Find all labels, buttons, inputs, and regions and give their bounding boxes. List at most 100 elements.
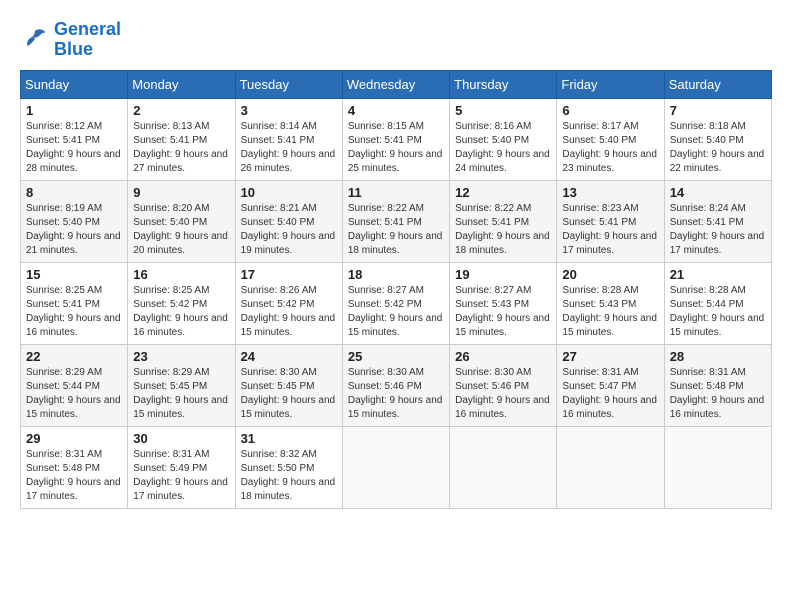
day-info: Sunrise: 8:28 AM Sunset: 5:43 PM Dayligh… bbox=[562, 284, 658, 340]
day-cell: 5 Sunrise: 8:16 AM Sunset: 5:40 PM Dayli… bbox=[450, 98, 557, 180]
day-info: Sunrise: 8:32 AM Sunset: 5:50 PM Dayligh… bbox=[241, 448, 337, 504]
day-cell: 11 Sunrise: 8:22 AM Sunset: 5:41 PM Dayl… bbox=[342, 180, 449, 262]
day-number: 23 bbox=[133, 349, 229, 364]
day-info: Sunrise: 8:23 AM Sunset: 5:41 PM Dayligh… bbox=[562, 202, 658, 258]
week-row-1: 1 Sunrise: 8:12 AM Sunset: 5:41 PM Dayli… bbox=[21, 98, 772, 180]
day-number: 28 bbox=[670, 349, 766, 364]
day-number: 25 bbox=[348, 349, 444, 364]
day-cell: 18 Sunrise: 8:27 AM Sunset: 5:42 PM Dayl… bbox=[342, 262, 449, 344]
day-number: 17 bbox=[241, 267, 337, 282]
day-number: 18 bbox=[348, 267, 444, 282]
day-cell: 2 Sunrise: 8:13 AM Sunset: 5:41 PM Dayli… bbox=[128, 98, 235, 180]
day-info: Sunrise: 8:20 AM Sunset: 5:40 PM Dayligh… bbox=[133, 202, 229, 258]
day-cell: 20 Sunrise: 8:28 AM Sunset: 5:43 PM Dayl… bbox=[557, 262, 664, 344]
day-number: 8 bbox=[26, 185, 122, 200]
day-cell bbox=[342, 426, 449, 508]
day-number: 1 bbox=[26, 103, 122, 118]
weekday-header-wednesday: Wednesday bbox=[342, 70, 449, 98]
day-info: Sunrise: 8:25 AM Sunset: 5:41 PM Dayligh… bbox=[26, 284, 122, 340]
day-number: 16 bbox=[133, 267, 229, 282]
day-cell: 12 Sunrise: 8:22 AM Sunset: 5:41 PM Dayl… bbox=[450, 180, 557, 262]
day-info: Sunrise: 8:15 AM Sunset: 5:41 PM Dayligh… bbox=[348, 120, 444, 176]
day-cell bbox=[557, 426, 664, 508]
day-cell: 28 Sunrise: 8:31 AM Sunset: 5:48 PM Dayl… bbox=[664, 344, 771, 426]
day-cell: 3 Sunrise: 8:14 AM Sunset: 5:41 PM Dayli… bbox=[235, 98, 342, 180]
weekday-header-tuesday: Tuesday bbox=[235, 70, 342, 98]
logo-text: General Blue bbox=[54, 20, 121, 60]
day-number: 12 bbox=[455, 185, 551, 200]
day-cell: 6 Sunrise: 8:17 AM Sunset: 5:40 PM Dayli… bbox=[557, 98, 664, 180]
week-row-3: 15 Sunrise: 8:25 AM Sunset: 5:41 PM Dayl… bbox=[21, 262, 772, 344]
day-number: 24 bbox=[241, 349, 337, 364]
day-cell: 14 Sunrise: 8:24 AM Sunset: 5:41 PM Dayl… bbox=[664, 180, 771, 262]
day-number: 4 bbox=[348, 103, 444, 118]
day-info: Sunrise: 8:31 AM Sunset: 5:47 PM Dayligh… bbox=[562, 366, 658, 422]
day-number: 10 bbox=[241, 185, 337, 200]
day-info: Sunrise: 8:14 AM Sunset: 5:41 PM Dayligh… bbox=[241, 120, 337, 176]
weekday-header-saturday: Saturday bbox=[664, 70, 771, 98]
day-cell: 13 Sunrise: 8:23 AM Sunset: 5:41 PM Dayl… bbox=[557, 180, 664, 262]
day-number: 3 bbox=[241, 103, 337, 118]
week-row-5: 29 Sunrise: 8:31 AM Sunset: 5:48 PM Dayl… bbox=[21, 426, 772, 508]
weekday-header-row: SundayMondayTuesdayWednesdayThursdayFrid… bbox=[21, 70, 772, 98]
day-cell: 30 Sunrise: 8:31 AM Sunset: 5:49 PM Dayl… bbox=[128, 426, 235, 508]
day-cell: 22 Sunrise: 8:29 AM Sunset: 5:44 PM Dayl… bbox=[21, 344, 128, 426]
day-number: 27 bbox=[562, 349, 658, 364]
day-info: Sunrise: 8:17 AM Sunset: 5:40 PM Dayligh… bbox=[562, 120, 658, 176]
day-info: Sunrise: 8:29 AM Sunset: 5:44 PM Dayligh… bbox=[26, 366, 122, 422]
day-info: Sunrise: 8:27 AM Sunset: 5:43 PM Dayligh… bbox=[455, 284, 551, 340]
logo-icon bbox=[20, 25, 50, 55]
day-number: 13 bbox=[562, 185, 658, 200]
day-cell: 23 Sunrise: 8:29 AM Sunset: 5:45 PM Dayl… bbox=[128, 344, 235, 426]
day-cell: 16 Sunrise: 8:25 AM Sunset: 5:42 PM Dayl… bbox=[128, 262, 235, 344]
day-info: Sunrise: 8:22 AM Sunset: 5:41 PM Dayligh… bbox=[348, 202, 444, 258]
day-info: Sunrise: 8:13 AM Sunset: 5:41 PM Dayligh… bbox=[133, 120, 229, 176]
day-number: 19 bbox=[455, 267, 551, 282]
day-info: Sunrise: 8:21 AM Sunset: 5:40 PM Dayligh… bbox=[241, 202, 337, 258]
day-number: 21 bbox=[670, 267, 766, 282]
day-info: Sunrise: 8:27 AM Sunset: 5:42 PM Dayligh… bbox=[348, 284, 444, 340]
day-number: 29 bbox=[26, 431, 122, 446]
day-info: Sunrise: 8:25 AM Sunset: 5:42 PM Dayligh… bbox=[133, 284, 229, 340]
day-number: 2 bbox=[133, 103, 229, 118]
day-cell: 10 Sunrise: 8:21 AM Sunset: 5:40 PM Dayl… bbox=[235, 180, 342, 262]
day-info: Sunrise: 8:30 AM Sunset: 5:46 PM Dayligh… bbox=[455, 366, 551, 422]
weekday-header-friday: Friday bbox=[557, 70, 664, 98]
day-number: 22 bbox=[26, 349, 122, 364]
day-number: 20 bbox=[562, 267, 658, 282]
day-number: 11 bbox=[348, 185, 444, 200]
day-cell: 9 Sunrise: 8:20 AM Sunset: 5:40 PM Dayli… bbox=[128, 180, 235, 262]
day-cell: 26 Sunrise: 8:30 AM Sunset: 5:46 PM Dayl… bbox=[450, 344, 557, 426]
logo: General Blue bbox=[20, 20, 121, 60]
weekday-header-monday: Monday bbox=[128, 70, 235, 98]
day-cell: 21 Sunrise: 8:28 AM Sunset: 5:44 PM Dayl… bbox=[664, 262, 771, 344]
day-info: Sunrise: 8:31 AM Sunset: 5:48 PM Dayligh… bbox=[670, 366, 766, 422]
day-info: Sunrise: 8:31 AM Sunset: 5:48 PM Dayligh… bbox=[26, 448, 122, 504]
day-cell: 8 Sunrise: 8:19 AM Sunset: 5:40 PM Dayli… bbox=[21, 180, 128, 262]
day-number: 26 bbox=[455, 349, 551, 364]
day-info: Sunrise: 8:30 AM Sunset: 5:46 PM Dayligh… bbox=[348, 366, 444, 422]
day-cell: 17 Sunrise: 8:26 AM Sunset: 5:42 PM Dayl… bbox=[235, 262, 342, 344]
day-cell: 24 Sunrise: 8:30 AM Sunset: 5:45 PM Dayl… bbox=[235, 344, 342, 426]
calendar-table: SundayMondayTuesdayWednesdayThursdayFrid… bbox=[20, 70, 772, 509]
day-cell: 27 Sunrise: 8:31 AM Sunset: 5:47 PM Dayl… bbox=[557, 344, 664, 426]
day-info: Sunrise: 8:31 AM Sunset: 5:49 PM Dayligh… bbox=[133, 448, 229, 504]
day-info: Sunrise: 8:16 AM Sunset: 5:40 PM Dayligh… bbox=[455, 120, 551, 176]
day-number: 30 bbox=[133, 431, 229, 446]
day-info: Sunrise: 8:28 AM Sunset: 5:44 PM Dayligh… bbox=[670, 284, 766, 340]
day-info: Sunrise: 8:24 AM Sunset: 5:41 PM Dayligh… bbox=[670, 202, 766, 258]
day-cell: 7 Sunrise: 8:18 AM Sunset: 5:40 PM Dayli… bbox=[664, 98, 771, 180]
day-info: Sunrise: 8:26 AM Sunset: 5:42 PM Dayligh… bbox=[241, 284, 337, 340]
day-info: Sunrise: 8:18 AM Sunset: 5:40 PM Dayligh… bbox=[670, 120, 766, 176]
weekday-header-sunday: Sunday bbox=[21, 70, 128, 98]
day-cell: 15 Sunrise: 8:25 AM Sunset: 5:41 PM Dayl… bbox=[21, 262, 128, 344]
week-row-4: 22 Sunrise: 8:29 AM Sunset: 5:44 PM Dayl… bbox=[21, 344, 772, 426]
day-number: 15 bbox=[26, 267, 122, 282]
day-cell: 1 Sunrise: 8:12 AM Sunset: 5:41 PM Dayli… bbox=[21, 98, 128, 180]
week-row-2: 8 Sunrise: 8:19 AM Sunset: 5:40 PM Dayli… bbox=[21, 180, 772, 262]
day-number: 9 bbox=[133, 185, 229, 200]
day-info: Sunrise: 8:12 AM Sunset: 5:41 PM Dayligh… bbox=[26, 120, 122, 176]
day-cell: 19 Sunrise: 8:27 AM Sunset: 5:43 PM Dayl… bbox=[450, 262, 557, 344]
day-cell bbox=[450, 426, 557, 508]
day-number: 31 bbox=[241, 431, 337, 446]
